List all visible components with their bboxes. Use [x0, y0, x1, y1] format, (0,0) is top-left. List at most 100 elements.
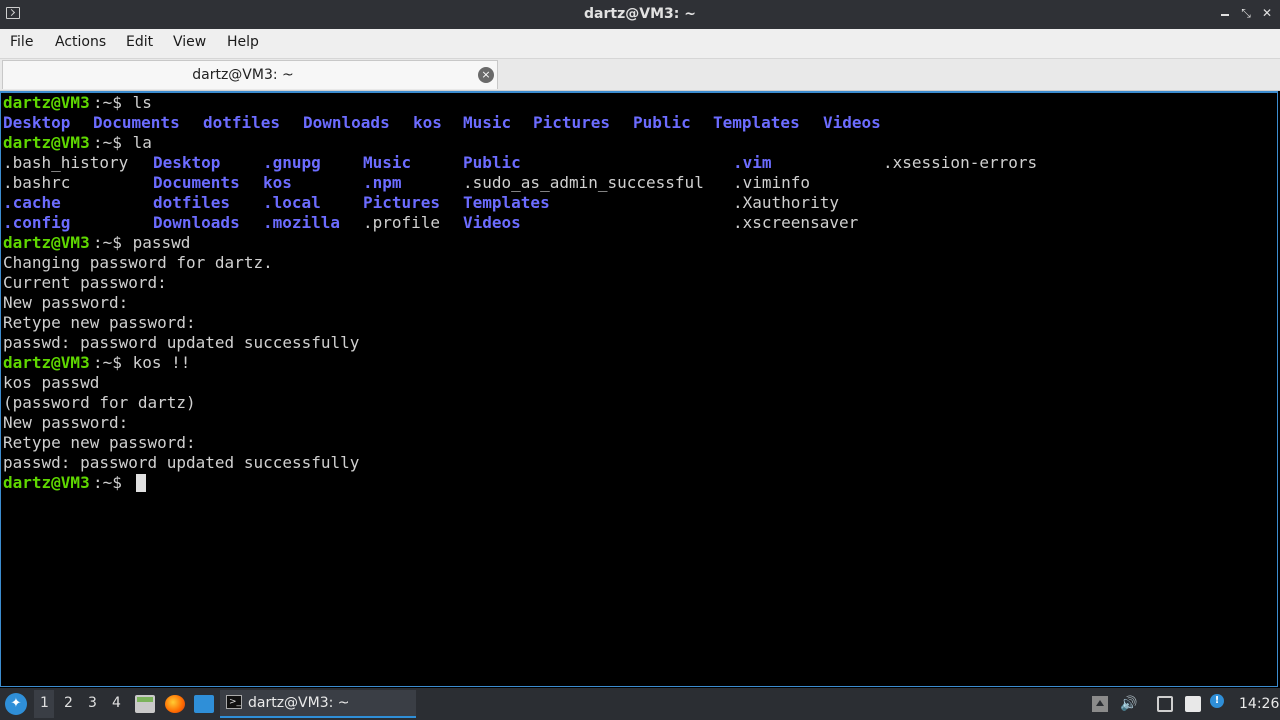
prompt-path: :~$ [93, 93, 122, 112]
terminal-line: kos passwd [3, 373, 1273, 393]
output-text: Retype new password: [3, 313, 196, 332]
terminal-line: .bash_history Desktop .gnupg Music Public .vi… [3, 153, 1273, 173]
ls-entry: Documents [93, 113, 180, 132]
menu-help[interactable]: Help [227, 34, 259, 50]
start-menu-icon[interactable]: ✦ [5, 693, 27, 715]
la-entry: .cache [3, 193, 61, 212]
terminal-line: passwd: password updated successfully [3, 333, 1273, 353]
menubar: File Actions Edit View Help [0, 29, 1280, 59]
command-text: ls [123, 93, 152, 112]
la-entry: .profile [363, 213, 441, 232]
firefox-icon[interactable] [165, 695, 185, 713]
la-entry: Music [363, 153, 412, 172]
ls-entry: kos [413, 113, 442, 132]
la-entry: Downloads [153, 213, 240, 232]
menu-view[interactable]: View [173, 34, 206, 50]
prompt-user: dartz@VM3 [3, 473, 90, 492]
menu-edit[interactable]: Edit [126, 34, 153, 50]
clock[interactable]: 14:26 [1239, 696, 1279, 712]
notification-icon[interactable]: ! [1210, 694, 1224, 708]
la-entry: .vim [733, 153, 772, 172]
display-icon[interactable] [1157, 696, 1173, 712]
prompt-path: :~$ [93, 133, 122, 152]
ls-entry: Public [633, 113, 691, 132]
terminal-line: Current password: [3, 273, 1273, 293]
prompt-user: dartz@VM3 [3, 133, 90, 152]
workspace-3[interactable]: 3 [88, 695, 97, 711]
la-entry: .Xauthority [733, 193, 839, 212]
la-entry: dotfiles [153, 193, 231, 212]
output-text: New password: [3, 293, 129, 312]
tab-terminal[interactable]: dartz@VM3: ~ × [2, 60, 498, 89]
ls-entry: Videos [823, 113, 881, 132]
la-entry: .xsession-errors [883, 153, 1038, 172]
ls-entry: Music [463, 113, 512, 132]
minimize-button[interactable] [1218, 6, 1232, 20]
file-manager-icon[interactable] [135, 695, 155, 713]
terminal-icon: >_ [226, 695, 242, 709]
terminal-line: .cache dotfiles .local Pictures Templates .Xa… [3, 193, 1273, 213]
window-title: dartz@VM3: ~ [584, 6, 696, 22]
output-text: (password for dartz) [3, 393, 196, 412]
maximize-button[interactable]: ⤡ [1239, 6, 1253, 20]
terminal-line: dartz@VM3:~$ passwd [3, 233, 1273, 253]
tray-expand-icon[interactable] [1092, 696, 1108, 712]
terminal-line: Retype new password: [3, 433, 1273, 453]
la-entry: .bashrc [3, 173, 71, 192]
show-desktop-icon[interactable] [194, 695, 214, 713]
tab-bar: dartz@VM3: ~ × [0, 59, 1280, 91]
terminal-line: passwd: password updated successfully [3, 453, 1273, 473]
terminal-line: (password for dartz) [3, 393, 1273, 413]
tab-close-icon[interactable]: × [478, 67, 494, 83]
la-entry: kos [263, 173, 292, 192]
la-entry: .bash_history [3, 153, 129, 172]
taskbar: ✦ 1 2 3 4 >_ dartz@VM3: ~ 🔊 ! 14:26 [0, 688, 1280, 720]
la-entry: .npm [363, 173, 402, 192]
terminal-line: dartz@VM3:~$ la [3, 133, 1273, 153]
terminal-line: Desktop Documents dotfiles Downloads kos Musi… [3, 113, 1273, 133]
terminal-line: Changing password for dartz. [3, 253, 1273, 273]
ls-entry: Downloads [303, 113, 390, 132]
workspace-1[interactable]: 1 [40, 695, 49, 711]
menu-file[interactable]: File [10, 34, 33, 50]
window-titlebar[interactable]: dartz@VM3: ~ ⤡ ✕ [0, 0, 1280, 29]
prompt-user: dartz@VM3 [3, 353, 90, 372]
la-entry: .config [3, 213, 71, 232]
command-text: kos !! [123, 353, 191, 372]
terminal-line: dartz@VM3:~$ kos !! [3, 353, 1273, 373]
prompt-path: :~$ [93, 473, 122, 492]
taskbar-window-button[interactable]: >_ dartz@VM3: ~ [220, 690, 416, 718]
terminal-line: Retype new password: [3, 313, 1273, 333]
la-entry: Desktop [153, 153, 221, 172]
output-text: Current password: [3, 273, 167, 292]
command-text: passwd [123, 233, 191, 252]
terminal-line: New password: [3, 293, 1273, 313]
la-entry: .xscreensaver [733, 213, 859, 232]
output-text: passwd: password updated successfully [3, 453, 360, 472]
prompt-user: dartz@VM3 [3, 233, 90, 252]
taskbar-window-label: dartz@VM3: ~ [248, 695, 350, 711]
close-button[interactable]: ✕ [1260, 6, 1274, 20]
menu-actions[interactable]: Actions [55, 34, 106, 50]
la-entry: .mozilla [263, 213, 341, 232]
terminal-view[interactable]: dartz@VM3:~$ ls Desktop Documents dotfiles D… [0, 91, 1278, 687]
clipboard-icon[interactable] [1185, 696, 1201, 712]
la-entry: .viminfo [733, 173, 811, 192]
la-entry: Templates [463, 193, 550, 212]
la-entry: .sudo_as_admin_successful [463, 173, 704, 192]
ls-entry: Desktop [3, 113, 71, 132]
workspace-4[interactable]: 4 [112, 695, 121, 711]
prompt-path: :~$ [93, 353, 122, 372]
la-entry: Public [463, 153, 521, 172]
terminal-cursor [136, 474, 146, 492]
workspace-2[interactable]: 2 [64, 695, 73, 711]
output-text: New password: [3, 413, 129, 432]
la-entry: Documents [153, 173, 240, 192]
tab-label: dartz@VM3: ~ [192, 67, 294, 83]
output-text: kos passwd [3, 373, 100, 392]
terminal-line: dartz@VM3:~$ [3, 473, 1273, 493]
ls-entry: dotfiles [203, 113, 281, 132]
terminal-line: New password: [3, 413, 1273, 433]
command-text [123, 473, 133, 493]
volume-icon[interactable]: 🔊 [1120, 696, 1137, 712]
